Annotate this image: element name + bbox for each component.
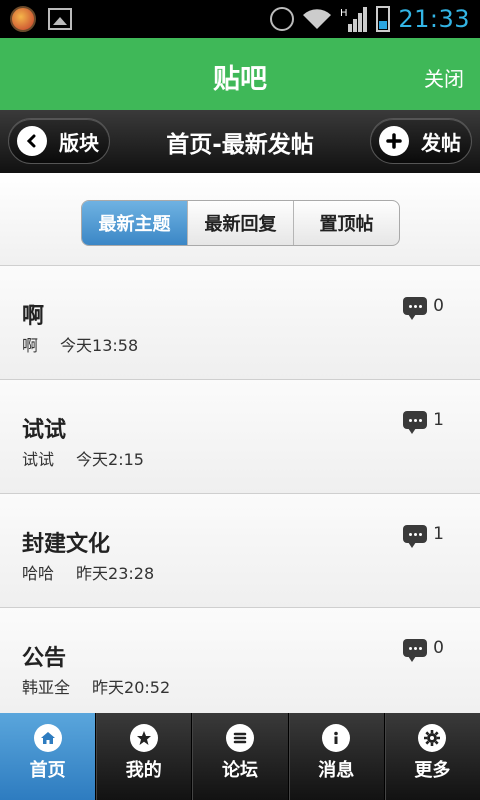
battery-icon [376,6,391,32]
wifi-icon [303,9,332,30]
close-button[interactable]: 关闭 [424,63,464,92]
list-item[interactable]: 公告 韩亚全 昨天20:52 0 [0,608,480,713]
new-post-label: 发帖 [421,130,461,155]
comment-count-value: 0 [433,638,444,658]
bottom-tab-bar: 首页 我的 论坛 消息 更多 [0,713,480,800]
post-list: 啊 啊 今天13:58 0 试试 试试 今天2:15 1 封建文化 哈哈 昨天2… [0,266,480,713]
post-time: 今天2:15 [76,450,144,469]
tab-more-label: 更多 [414,760,451,781]
comment-count: 1 [403,410,444,434]
post-time: 昨天23:28 [76,564,155,583]
tab-home-label: 首页 [29,760,66,781]
back-button-label: 版块 [59,130,99,155]
filter-segmented-control: 最新主题 最新回复 置顶帖 [81,200,400,246]
status-clock: 21:33 [398,5,470,33]
app-notification-icon [10,6,36,32]
comment-count-value: 0 [433,296,444,316]
post-author: 韩亚全 [22,678,71,697]
comment-count-value: 1 [433,410,444,430]
status-bar: H 21:33 [0,0,480,38]
post-title: 封建文化 [22,532,111,557]
back-to-sections-button[interactable]: 版块 [8,118,110,164]
gear-icon [418,724,447,752]
home-icon [33,724,62,752]
post-author: 啊 [22,336,39,355]
new-post-button[interactable]: 发帖 [370,118,472,164]
tab-mine[interactable]: 我的 [95,713,191,800]
menu-icon [226,724,254,752]
tab-home[interactable]: 首页 [0,713,96,800]
tab-forum-label: 论坛 [222,760,258,781]
signal-icon: H [340,7,368,32]
comment-icon [403,639,428,662]
tab-messages[interactable]: 消息 [287,713,384,800]
post-time: 昨天20:52 [92,678,171,697]
tab-latest-topics[interactable]: 最新主题 [82,201,187,245]
comment-icon [403,297,428,320]
back-arrow-icon [17,126,47,156]
comment-count: 0 [403,638,444,662]
comment-count: 1 [403,524,444,548]
post-author: 试试 [22,450,55,469]
list-item[interactable]: 封建文化 哈哈 昨天23:28 1 [0,494,480,608]
star-icon [129,724,158,752]
app-title-bar: 贴吧 关闭 [0,38,480,110]
alarm-icon [270,7,295,31]
post-author: 哈哈 [22,564,55,583]
tab-mine-label: 我的 [125,760,162,781]
post-time: 今天13:58 [60,336,139,355]
post-title: 公告 [22,646,67,671]
filter-area: 最新主题 最新回复 置顶帖 [0,173,480,266]
list-item[interactable]: 试试 试试 今天2:15 1 [0,380,480,494]
post-title: 试试 [22,418,67,443]
app-title: 贴吧 [213,64,267,95]
tab-forum[interactable]: 论坛 [191,713,287,800]
post-meta: 韩亚全 昨天20:52 [22,674,170,698]
plus-icon [379,126,409,156]
post-meta: 啊 今天13:58 [22,332,138,356]
tab-more[interactable]: 更多 [383,713,480,800]
comment-icon [403,411,428,434]
tab-latest-replies[interactable]: 最新回复 [187,201,293,245]
comment-icon [403,525,428,548]
comment-count: 0 [403,296,444,320]
tab-messages-label: 消息 [318,760,355,781]
image-icon [48,8,72,30]
svg-text:H: H [340,8,348,19]
list-item[interactable]: 啊 啊 今天13:58 0 [0,266,480,380]
nav-bar: 版块 首页-最新发帖 发帖 [0,110,480,173]
post-title: 啊 [22,304,45,329]
comment-count-value: 1 [433,524,444,544]
post-meta: 哈哈 昨天23:28 [22,560,154,584]
info-icon [322,724,351,752]
tab-pinned-posts[interactable]: 置顶帖 [293,201,399,245]
page-title: 首页-最新发帖 [166,132,314,158]
post-meta: 试试 今天2:15 [22,446,144,470]
